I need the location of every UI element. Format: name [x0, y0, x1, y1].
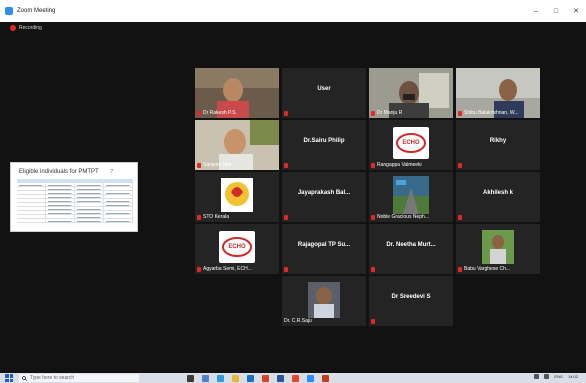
participant-name: Dr.Sairu Philip	[303, 138, 345, 144]
mic-muted-icon	[197, 111, 201, 116]
mic-muted-icon	[197, 267, 201, 272]
participant-name: Rangappa Valmeeki	[377, 162, 422, 168]
participant-name: Rajagopal TP Su...	[297, 242, 351, 248]
echo-logo-text: ECHO	[228, 244, 246, 250]
close-button[interactable]: ✕	[566, 0, 586, 22]
mic-muted-icon	[371, 111, 375, 116]
participant-tile-jayaprakash[interactable]: Jayaprakash Bal...	[282, 172, 366, 222]
shared-doc-table	[17, 179, 133, 229]
mic-muted-icon	[458, 215, 462, 220]
participant-tile-rikhy[interactable]: Rikhy	[456, 120, 540, 170]
shared-screen[interactable]: Eligible individuals for PMTPT ?	[10, 162, 138, 232]
participant-name: Jayaprakash Bal...	[297, 190, 351, 196]
minimize-button[interactable]: –	[526, 0, 546, 22]
participant-tile-neetha[interactable]: Dr. Neetha Murt...	[369, 224, 453, 274]
mic-muted-icon	[371, 267, 375, 272]
zoom-taskbar-icon[interactable]	[307, 374, 314, 382]
recording-label: Recording	[19, 25, 42, 31]
mail-icon[interactable]	[247, 374, 254, 382]
participant-name: Dr. Neetha Murt...	[386, 242, 436, 248]
participant-name: Sanjeev Nair	[203, 162, 232, 168]
mic-muted-icon	[284, 215, 288, 220]
search-icon	[22, 375, 27, 381]
participant-name: STO Kerala	[203, 214, 230, 220]
windows-start-icon[interactable]	[5, 374, 13, 382]
echo-logo-text: ECHO	[402, 140, 420, 146]
participant-tile-rakesh[interactable]: Dr Rakesh P.S.	[195, 68, 279, 118]
windows-taskbar: Type here to search ENG 14:02	[0, 373, 586, 383]
title-bar: Zoom Meeting – □ ✕	[0, 0, 586, 22]
participant-tile-sanjeev[interactable]: Sanjeev Nair	[195, 120, 279, 170]
search-placeholder: Type here to search	[30, 375, 75, 381]
participant-name: Shibu Balakrishnan, W...	[464, 110, 519, 116]
system-tray: ENG 14:02	[534, 374, 578, 379]
participant-name: Akhilesh k	[482, 190, 513, 196]
participant-name: Agyarba Semi, ECH...	[203, 266, 252, 272]
chrome-icon[interactable]	[292, 374, 299, 382]
recording-dot-icon	[10, 25, 16, 31]
participant-tile-rangappa[interactable]: ECHO Rangappa Valmeeki	[369, 120, 453, 170]
window-title: Zoom Meeting	[17, 8, 56, 14]
edge-icon[interactable]	[217, 374, 224, 382]
mic-muted-icon	[371, 215, 375, 220]
mic-muted-icon	[458, 163, 462, 168]
participant-name: Dr Sreedevi S	[391, 294, 431, 300]
recording-indicator[interactable]: Recording	[10, 25, 42, 31]
participant-name: Dr Rakesh P.S.	[203, 110, 237, 116]
participant-tile-babu[interactable]: Babu Varghese Ch...	[456, 224, 540, 274]
network-icon[interactable]	[534, 374, 540, 379]
participant-tile-agyarba[interactable]: ECHO Agyarba Semi, ECH...	[195, 224, 279, 274]
participant-tile-user[interactable]: User	[282, 68, 366, 118]
zoom-app-icon	[5, 7, 13, 15]
participant-tile-sto[interactable]: STO Kerala	[195, 172, 279, 222]
participant-tile-sreedevi[interactable]: Dr Sreedevi S	[369, 276, 453, 326]
participant-tile-rajagopal[interactable]: Rajagopal TP Su...	[282, 224, 366, 274]
folder-icon[interactable]	[232, 374, 239, 382]
participant-tile-saju[interactable]: Dr. C.R.Saju	[282, 276, 366, 326]
participant-name: Rikhy	[489, 138, 507, 144]
mic-muted-icon	[284, 267, 288, 272]
participant-name: Noble Gracious Neph...	[377, 214, 429, 220]
mic-muted-icon	[197, 215, 201, 220]
participant-name: Dr. C.R.Saju	[284, 318, 312, 324]
powerpoint-icon[interactable]	[322, 374, 329, 382]
mic-muted-icon	[458, 111, 462, 116]
participant-tile-manju[interactable]: Dr Manju R	[369, 68, 453, 118]
mic-muted-icon	[371, 319, 375, 324]
participant-tile-akhilesh[interactable]: Akhilesh k	[456, 172, 540, 222]
task-view-icon[interactable]	[187, 374, 194, 382]
tray-clock[interactable]: 14:02	[568, 374, 578, 379]
zoom-window: Zoom Meeting – □ ✕ Recording Eligible in…	[0, 0, 586, 383]
participant-name: User	[317, 86, 331, 92]
participant-tile-noble[interactable]: Noble Gracious Neph...	[369, 172, 453, 222]
mic-muted-icon	[284, 163, 288, 168]
participant-name: Babu Varghese Ch...	[464, 266, 511, 272]
taskbar-search-box[interactable]: Type here to search	[19, 374, 139, 382]
mic-muted-icon	[371, 163, 375, 168]
participant-name: Dr Manju R	[377, 110, 403, 116]
tray-language: ENG	[554, 373, 563, 379]
word-icon[interactable]	[277, 374, 284, 382]
mic-muted-icon	[284, 111, 288, 116]
office-icon[interactable]	[262, 374, 269, 382]
shared-doc-title: Eligible individuals for PMTPT	[19, 169, 99, 175]
mic-muted-icon	[458, 267, 462, 272]
maximize-button[interactable]: □	[546, 0, 566, 22]
explorer-icon[interactable]	[202, 374, 209, 382]
participant-tile-shibu[interactable]: Shibu Balakrishnan, W...	[456, 68, 540, 118]
volume-icon[interactable]	[544, 374, 550, 379]
shared-doc-marker: ?	[110, 169, 113, 175]
participant-tile-sairu[interactable]: Dr.Sairu Philip	[282, 120, 366, 170]
mic-muted-icon	[197, 163, 201, 168]
